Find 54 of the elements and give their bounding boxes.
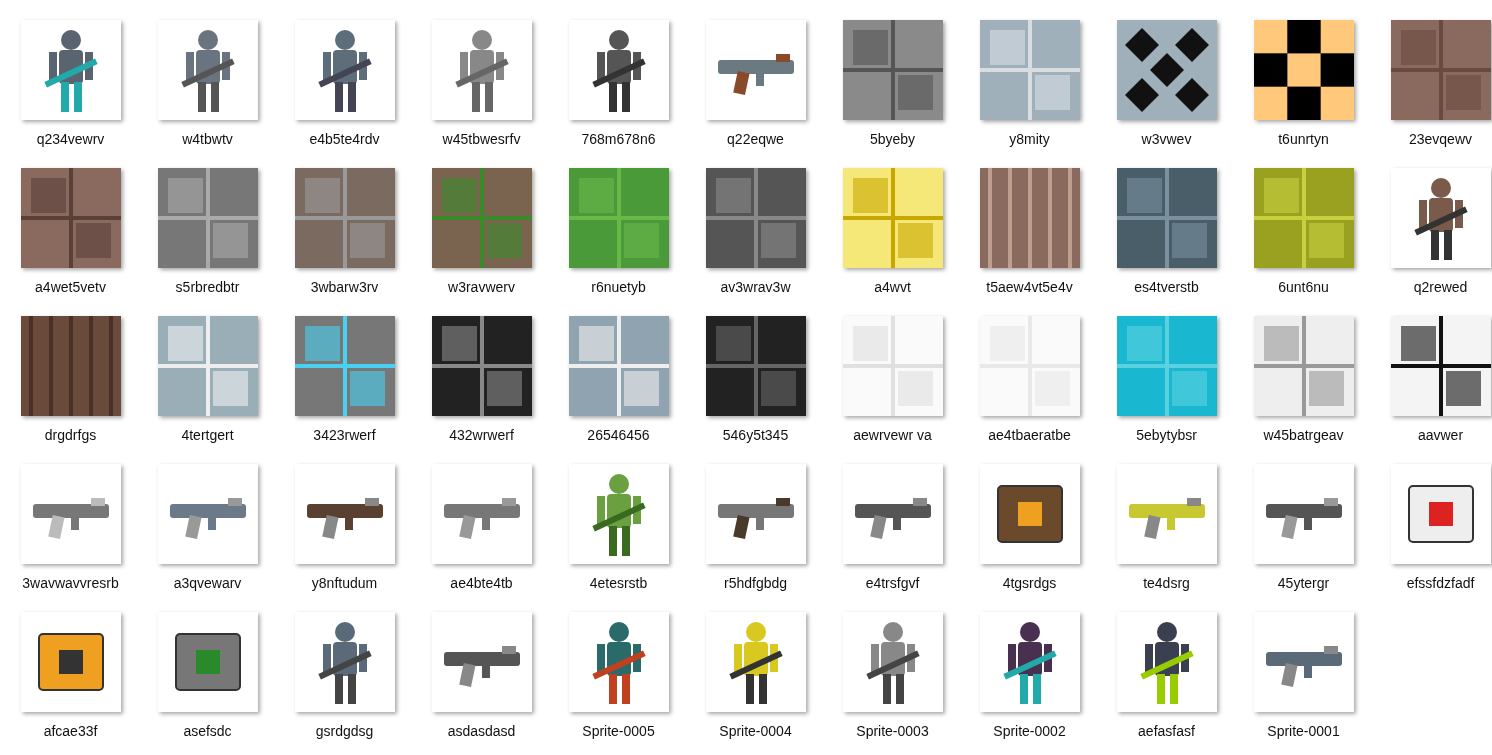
file-name[interactable]: 45ytergr [1277,574,1330,592]
file-name[interactable]: w45batrgeav [1263,426,1344,444]
file-name[interactable]: aewrvewr va [853,426,932,444]
file-name[interactable]: q2rewed [1413,278,1468,296]
file-name[interactable]: e4b5te4rdv [309,130,380,148]
file-name[interactable]: av3wrav3w [720,278,791,296]
file-name[interactable]: a3qvewarv [173,574,242,592]
file-name[interactable]: gsrdgdsg [315,722,374,740]
file-name[interactable]: asefsdc [183,722,232,740]
file-name[interactable]: w4tbwtv [182,130,233,148]
file-name[interactable]: a4wvt [874,278,911,296]
file-name[interactable]: w3ravwerv [448,278,515,296]
file-name[interactable]: 432wrwerf [449,426,514,444]
file-name[interactable]: Sprite-0004 [719,722,792,740]
file-name[interactable]: s5rbredbtr [175,278,240,296]
file-name[interactable]: y8mity [1009,130,1050,148]
file-name[interactable]: afcae33f [43,722,98,740]
file-name[interactable]: q22eqwe [727,130,784,148]
file-name[interactable]: Sprite-0005 [582,722,655,740]
file-name[interactable]: Sprite-0002 [993,722,1066,740]
file-name[interactable]: 3wavwavvresrb [22,574,119,592]
file-name[interactable]: 5ebytybsr [1136,426,1197,444]
file-name[interactable]: r6nuetyb [591,278,646,296]
file-name[interactable]: aavwer [1417,426,1464,444]
file-name[interactable]: a4wet5vetv [35,278,106,296]
file-name[interactable]: asdasdasd [447,722,516,740]
file-name[interactable]: 3wbarw3rv [310,278,379,296]
file-name[interactable]: drgdrfgs [44,426,97,444]
file-name[interactable]: es4tverstb [1134,278,1199,296]
file-name[interactable]: t6unrtyn [1278,130,1329,148]
file-name[interactable]: aefasfasf [1138,722,1195,740]
file-name[interactable]: 23evqewv [1408,130,1472,148]
file-name[interactable]: te4dsrg [1143,574,1190,592]
file-name[interactable]: 768m678n6 [581,130,656,148]
file-name[interactable]: e4trsfgvf [865,574,920,592]
file-name[interactable]: 4tgsrdgs [1002,574,1057,592]
file-name[interactable]: 4etesrstb [589,574,648,592]
file-name[interactable]: 546y5t345 [722,426,789,444]
file-name[interactable]: 6unt6nu [1278,278,1329,296]
file-name[interactable]: r5hdfgbdg [723,574,788,592]
file-name[interactable]: q234vewrv [36,130,105,148]
file-name[interactable]: Sprite-0001 [1267,722,1340,740]
file-name[interactable]: y8nftudum [311,574,378,592]
file-name[interactable]: 3423rwerf [313,426,376,444]
file-name[interactable]: 26546456 [587,426,650,444]
file-name[interactable]: efssfdzfadf [1406,574,1475,592]
file-name[interactable]: w45tbwesrfv [442,130,521,148]
file-name[interactable]: 4tertgert [181,426,234,444]
file-name[interactable]: ae4bte4tb [450,574,513,592]
file-name[interactable]: w3vwev [1141,130,1192,148]
file-name[interactable]: t5aew4vt5e4v [986,278,1073,296]
file-name[interactable]: ae4tbaeratbe [988,426,1071,444]
file-name[interactable]: Sprite-0003 [856,722,929,740]
file-name[interactable]: 5byeby [869,130,916,148]
